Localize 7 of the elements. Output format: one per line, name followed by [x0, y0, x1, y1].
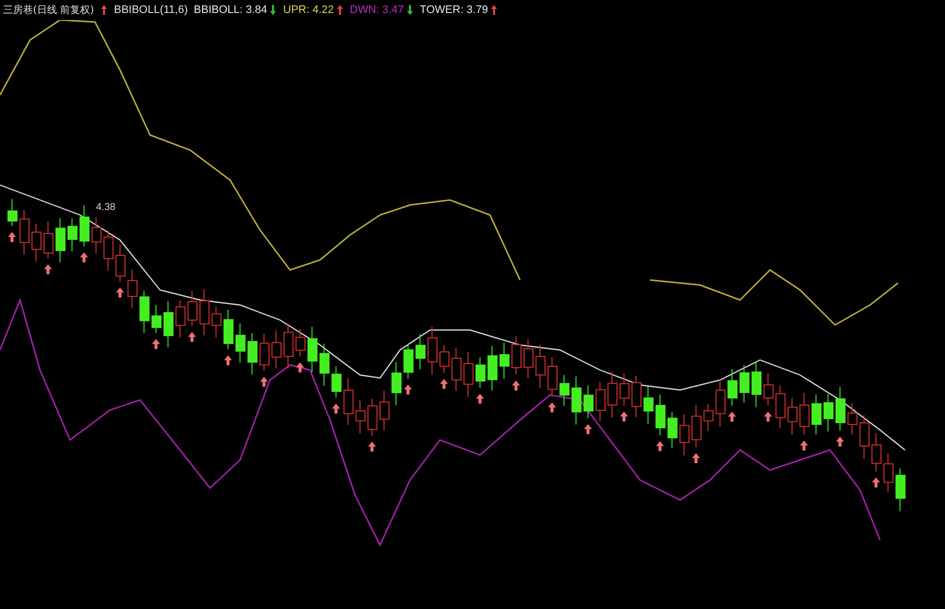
- peak-price-label: 4.38: [96, 202, 116, 213]
- legend-value: BBIBOLL: 3.84: [194, 2, 268, 18]
- chart-title: 三房巷(日线 前复权): [3, 4, 94, 18]
- legend-value: TOWER: 3.79: [420, 2, 488, 18]
- legend-value: UPR: 4.22: [283, 2, 334, 18]
- legend-value: DWN: 3.47: [350, 2, 404, 18]
- indicator-name: BBIBOLL(11,6): [114, 2, 188, 18]
